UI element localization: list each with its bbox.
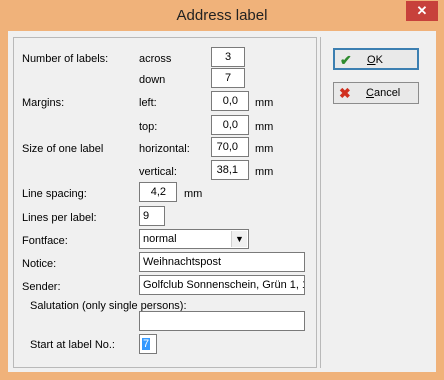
- start-at-label-field[interactable]: 7: [139, 334, 157, 354]
- salutation-field[interactable]: [139, 311, 305, 331]
- horizontal-label: horizontal:: [139, 143, 190, 155]
- notice-label: Notice:: [22, 258, 57, 270]
- fontface-value: normal: [143, 233, 177, 245]
- ok-button[interactable]: ✔ OK: [333, 48, 419, 70]
- sender-field[interactable]: Golfclub Sonnenschein, Grün 1, 1: [139, 275, 305, 295]
- sender-label: Sender:: [22, 281, 61, 293]
- vertical-unit: mm: [255, 166, 274, 178]
- across-field[interactable]: 3: [211, 47, 245, 67]
- cancel-button[interactable]: ✖ Cancel: [333, 82, 419, 104]
- ok-button-label: OK: [367, 54, 383, 66]
- dialog-title: Address label: [176, 7, 268, 24]
- title-bar[interactable]: Address label ✕: [0, 0, 444, 31]
- size-of-one-label-label: Size of one label: [22, 143, 104, 155]
- margin-left-label: left:: [139, 97, 157, 109]
- lines-per-label-label: Lines per label:: [22, 212, 97, 224]
- close-icon: ✕: [416, 3, 428, 18]
- buttons-separator: [320, 37, 321, 368]
- x-icon: ✖: [339, 85, 351, 101]
- checkmark-icon: ✔: [340, 52, 352, 68]
- chevron-down-icon[interactable]: ▼: [231, 231, 247, 247]
- across-label: across: [139, 53, 172, 65]
- notice-field[interactable]: Weihnachtspost: [139, 252, 305, 272]
- line-spacing-label: Line spacing:: [22, 188, 87, 200]
- margin-top-unit: mm: [255, 121, 274, 133]
- start-at-label-value: 7: [142, 338, 151, 350]
- vertical-label: vertical:: [139, 166, 177, 178]
- margin-top-label: top:: [139, 121, 158, 133]
- dialog-client-area: Number of labels: across 3 down 7 Margin…: [8, 31, 436, 372]
- address-label-dialog: Address label ✕ Number of labels: across…: [0, 0, 444, 380]
- line-spacing-field[interactable]: 4,2: [139, 182, 177, 202]
- margin-left-field[interactable]: 0,0: [211, 91, 249, 111]
- number-of-labels-label: Number of labels:: [22, 53, 109, 65]
- horizontal-field[interactable]: 70,0: [211, 137, 249, 157]
- line-spacing-unit: mm: [184, 188, 203, 200]
- fontface-label: Fontface:: [22, 235, 68, 247]
- margin-top-field[interactable]: 0,0: [211, 115, 249, 135]
- horizontal-unit: mm: [255, 143, 274, 155]
- down-field[interactable]: 7: [211, 68, 245, 88]
- margins-label: Margins:: [22, 97, 65, 109]
- down-label: down: [139, 74, 166, 86]
- close-button[interactable]: ✕: [406, 1, 438, 21]
- fontface-select[interactable]: normal ▼: [139, 229, 249, 249]
- start-at-label-label: Start at label No.:: [30, 339, 115, 351]
- lines-per-label-field[interactable]: 9: [139, 206, 165, 226]
- margin-left-unit: mm: [255, 97, 274, 109]
- vertical-field[interactable]: 38,1: [211, 160, 249, 180]
- cancel-button-label: Cancel: [366, 87, 401, 99]
